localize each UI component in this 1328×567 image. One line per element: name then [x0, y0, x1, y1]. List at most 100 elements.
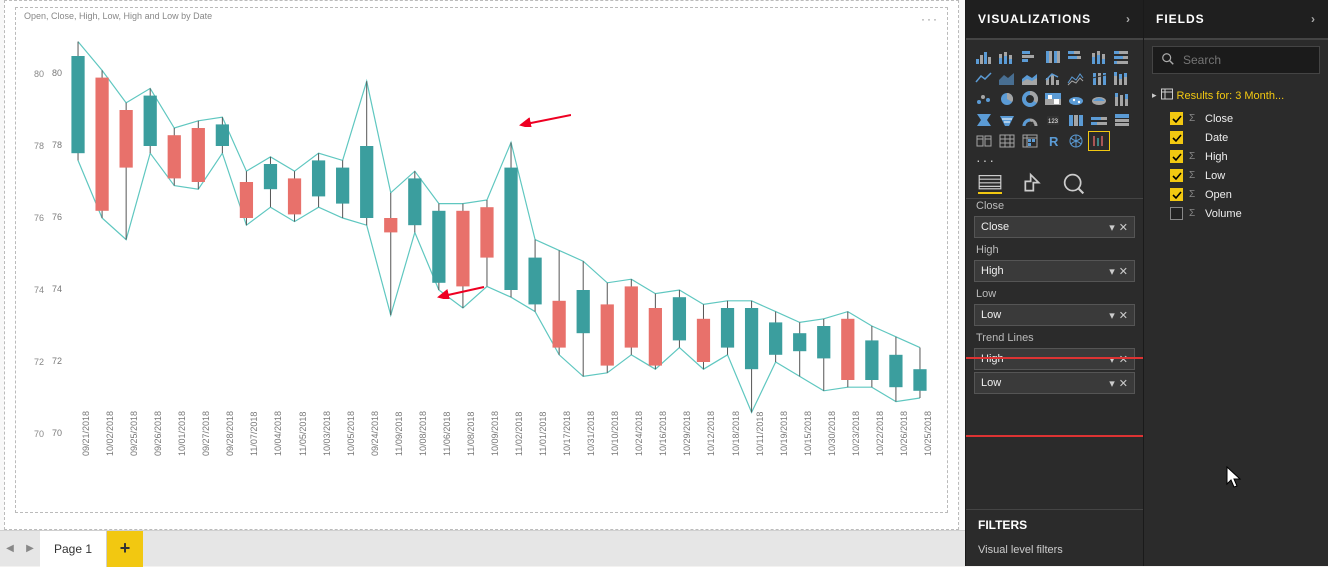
well-close[interactable]: Close ▾ ✕ [974, 216, 1135, 238]
analytics-mode-tab[interactable] [1062, 174, 1086, 194]
more-options-icon[interactable]: ··· [921, 12, 939, 26]
viz-type-icon[interactable] [1112, 90, 1132, 108]
remove-icon[interactable]: ✕ [1119, 377, 1128, 390]
field-checkbox[interactable] [1170, 207, 1183, 220]
chevron-down-icon[interactable]: ▾ [1109, 265, 1115, 278]
field-checkbox[interactable] [1170, 188, 1183, 201]
field-checkbox[interactable] [1170, 112, 1183, 125]
chevron-down-icon[interactable]: ▾ [1109, 221, 1115, 234]
x-axis-tick-label: 10/22/2018 [875, 411, 885, 456]
remove-icon[interactable]: ✕ [1119, 221, 1128, 234]
tab-prev-button[interactable]: ◀ [0, 531, 20, 567]
x-axis-tick-label: 09/27/2018 [201, 411, 211, 456]
viz-type-icon[interactable] [1089, 111, 1109, 129]
viz-type-icon[interactable] [1043, 69, 1063, 87]
fields-header[interactable]: FIELDS › [1144, 0, 1328, 40]
viz-type-icon[interactable] [1066, 69, 1086, 87]
viz-type-icon[interactable] [1043, 48, 1063, 66]
chevron-right-icon[interactable]: › [1311, 12, 1316, 26]
viz-type-icon[interactable] [1020, 69, 1040, 87]
field-row[interactable]: ΣOpen [1150, 185, 1322, 204]
viz-type-icon[interactable] [974, 69, 994, 87]
viz-type-icon[interactable] [1112, 69, 1132, 87]
table-node[interactable]: ▸ Results for: 3 Month... [1150, 86, 1322, 109]
x-axis-tick-label: 11/07/2018 [249, 412, 259, 456]
viz-type-icon[interactable] [1089, 132, 1109, 150]
field-row[interactable]: ΣClose [1150, 109, 1322, 128]
viz-type-icon[interactable] [1089, 69, 1109, 87]
report-page[interactable]: Open, Close, High, Low, High and Low by … [4, 0, 959, 530]
x-axis-tick-label: 10/17/2018 [562, 411, 572, 456]
field-row[interactable]: ΣLow [1150, 166, 1322, 185]
viz-type-icon[interactable] [997, 48, 1017, 66]
well-low[interactable]: Low ▾ ✕ [974, 304, 1135, 326]
viz-type-icon[interactable] [997, 90, 1017, 108]
svg-text:R: R [1049, 134, 1059, 149]
viz-type-icon[interactable] [974, 48, 994, 66]
x-axis-tick-label: 10/25/2018 [923, 411, 933, 456]
collapse-icon[interactable]: ▸ [1152, 90, 1157, 101]
chevron-down-icon[interactable]: ▾ [1109, 377, 1115, 390]
viz-type-icon[interactable] [997, 111, 1017, 129]
report-canvas[interactable]: Open, Close, High, Low, High and Low by … [0, 0, 965, 566]
viz-type-icon[interactable] [1020, 48, 1040, 66]
field-row[interactable]: ΣVolume [1150, 204, 1322, 223]
viz-type-icon[interactable] [1089, 90, 1109, 108]
field-name: High [1205, 151, 1228, 163]
well-high[interactable]: High ▾✕ [974, 260, 1135, 282]
chevron-down-icon[interactable]: ▾ [1109, 309, 1115, 322]
tab-next-button[interactable]: ▶ [20, 531, 40, 567]
well-trend-high[interactable]: High ▾✕ [974, 348, 1135, 370]
visual-level-filters-label[interactable]: Visual level filters [966, 540, 1143, 566]
y-axis-tick-label: 70 [38, 428, 62, 438]
viz-type-icon[interactable] [1089, 48, 1109, 66]
well-trend-low[interactable]: Low ▾✕ [974, 372, 1135, 394]
fields-mode-tab[interactable] [978, 174, 1002, 194]
viz-type-icon[interactable] [1020, 111, 1040, 129]
field-checkbox[interactable] [1170, 150, 1183, 163]
visualizations-title: VISUALIZATIONS [978, 12, 1091, 26]
fields-search[interactable] [1152, 46, 1320, 74]
candlestick-visual[interactable]: Open, Close, High, Low, High and Low by … [15, 7, 948, 513]
remove-icon[interactable]: ✕ [1119, 353, 1128, 366]
visualizations-header[interactable]: VISUALIZATIONS › [966, 0, 1143, 40]
viz-type-icon[interactable] [1066, 111, 1086, 129]
field-checkbox[interactable] [1170, 131, 1183, 144]
viz-type-icon[interactable]: 123 [1043, 111, 1063, 129]
x-axis-tick-label: 10/09/2018 [490, 411, 500, 456]
viz-type-icon[interactable] [997, 132, 1017, 150]
field-name: Close [1205, 113, 1233, 125]
chevron-down-icon[interactable]: ▾ [1109, 353, 1115, 366]
viz-type-icon[interactable] [1020, 90, 1040, 108]
remove-icon[interactable]: ✕ [1119, 309, 1128, 322]
page-tab-1[interactable]: Page 1 [40, 531, 107, 567]
filters-header[interactable]: FILTERS [966, 509, 1143, 540]
viz-type-icon[interactable] [1066, 48, 1086, 66]
well-close-value: Close [981, 221, 1009, 233]
search-input[interactable] [1183, 53, 1311, 67]
x-axis-tick-label: 10/08/2018 [418, 411, 428, 456]
well-low-value: Low [981, 309, 1001, 321]
field-row[interactable]: Date [1150, 128, 1322, 147]
viz-type-icon[interactable] [974, 90, 994, 108]
well-label-high: High [976, 244, 1135, 256]
viz-type-icon[interactable] [1043, 90, 1063, 108]
visual-title: Open, Close, High, Low, High and Low by … [24, 11, 212, 21]
viz-type-icon[interactable] [974, 111, 994, 129]
viz-type-icon[interactable] [1066, 132, 1086, 150]
remove-icon[interactable]: ✕ [1119, 265, 1128, 278]
viz-type-icon[interactable] [974, 132, 994, 150]
field-checkbox[interactable] [1170, 169, 1183, 182]
viz-type-icon[interactable]: R [1043, 132, 1063, 150]
viz-type-icon[interactable] [997, 69, 1017, 87]
field-row[interactable]: ΣHigh [1150, 147, 1322, 166]
viz-type-icon[interactable] [1020, 132, 1040, 150]
viz-type-icon[interactable] [1066, 90, 1086, 108]
chevron-right-icon[interactable]: › [1126, 12, 1131, 26]
viz-type-icon[interactable] [1112, 111, 1132, 129]
format-mode-tab[interactable] [1020, 174, 1044, 194]
add-page-button[interactable]: + [107, 531, 143, 567]
viz-type-icon[interactable] [1112, 48, 1132, 66]
gallery-more-icon[interactable]: ··· [966, 152, 1143, 166]
table-icon [1161, 88, 1173, 103]
